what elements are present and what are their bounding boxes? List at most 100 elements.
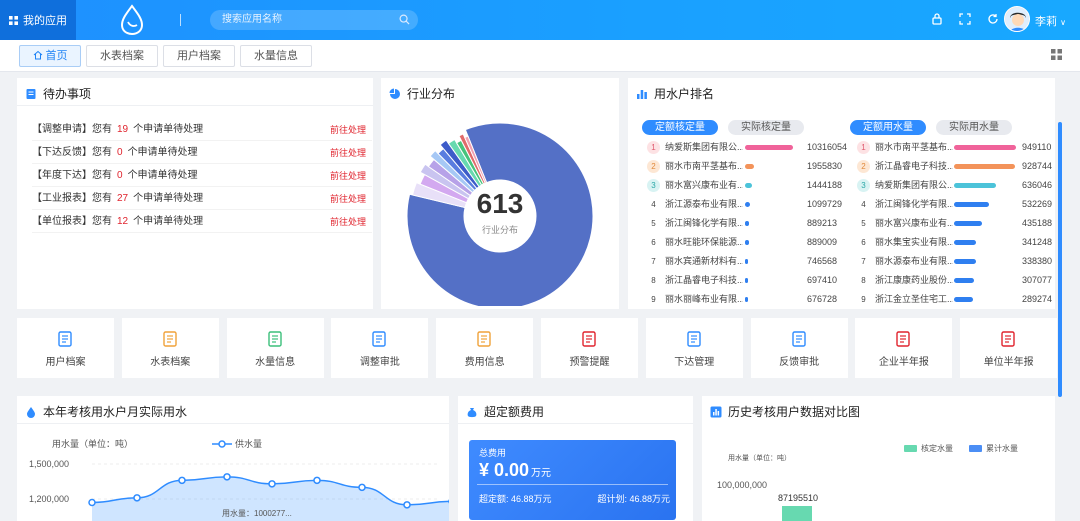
go-process-link[interactable]: 前往处理 (330, 188, 366, 210)
issue-icon (687, 331, 701, 347)
data-point[interactable] (268, 480, 276, 488)
document-icon (58, 331, 72, 347)
my-apps-label: 我的应用 (23, 15, 67, 27)
shortcut-meter-archive[interactable]: 水表档案 (121, 318, 219, 378)
legend-approved[interactable]: 核定水量 (904, 443, 953, 454)
search-icon[interactable] (399, 14, 410, 25)
shortcut-feedback-approval[interactable]: 反馈审批 (750, 318, 848, 378)
data-point[interactable] (178, 476, 186, 485)
grid-menu-icon[interactable] (1051, 49, 1062, 60)
shortcut-unit-half-year-report[interactable]: 单位半年报 (960, 318, 1058, 378)
ranking-row: 4 浙江闽锋化学有限... 532269 (857, 196, 1055, 213)
tab-user-archive[interactable]: 用户档案 (163, 45, 235, 67)
go-process-link[interactable]: 前往处理 (330, 119, 366, 141)
todo-count: 12 (117, 216, 129, 227)
ranking-row: 9 丽水丽峰布业有限... 676728 (647, 291, 847, 308)
rank-value: 1955830 (807, 161, 843, 171)
tab-home[interactable]: 首页 (19, 45, 81, 67)
go-process-link[interactable]: 前往处理 (330, 211, 366, 233)
todo-count: 0 (117, 170, 123, 181)
search-input[interactable]: 搜索应用名称 (210, 10, 418, 30)
legend-cumulative[interactable]: 累计水量 (969, 443, 1018, 454)
search-placeholder: 搜索应用名称 (222, 14, 282, 25)
rank-value: 636046 (1022, 180, 1053, 190)
data-point[interactable] (88, 498, 96, 507)
legend-label: 累计水量 (986, 444, 1018, 453)
user-avatar-icon (1005, 7, 1029, 31)
rank-company-name: 丽水富兴康布业有... (875, 218, 953, 228)
document-icon (26, 88, 36, 99)
shortcut-water-info[interactable]: 水量信息 (226, 318, 324, 378)
monthly-usage-panel: 本年考核用水户月实际用水 用水量（单位：吨） 供水量 1,500,000 1,2… (17, 396, 449, 521)
tab-water-info[interactable]: 水量信息 (240, 45, 312, 67)
water-meter-icon (267, 331, 282, 347)
data-point[interactable] (223, 473, 231, 481)
history-title: 历史考核用户数据对比图 (710, 403, 860, 420)
shortcut-issue-manage[interactable]: 下达管理 (645, 318, 743, 378)
data-point[interactable] (358, 483, 366, 492)
rank-value: 928744 (1022, 161, 1053, 171)
rank-index: 3 (857, 179, 870, 192)
rank-index: 1 (857, 141, 870, 154)
monthly-line-chart[interactable] (17, 396, 449, 521)
legend-label: 核定水量 (921, 444, 953, 453)
rank-bar (745, 259, 748, 264)
data-point[interactable] (403, 501, 411, 509)
home-icon (33, 50, 42, 60)
industry-panel: 行业分布 613 行业分布 (381, 78, 619, 309)
rank-bar (954, 240, 976, 245)
rank-company-name: 浙江晶睿电子科技... (875, 161, 953, 171)
rank-company-name: 浙江金立圣住宅工... (875, 294, 953, 304)
rank-value: 1099729 (807, 199, 843, 209)
scrollbar[interactable] (1058, 122, 1062, 397)
rank-bar (745, 297, 748, 302)
lock-icon[interactable] (930, 12, 944, 26)
ranking-row: 8 浙江康康药业股份... 307077 (857, 272, 1055, 289)
rank-bar (954, 145, 1016, 150)
shortcut-fee-info[interactable]: 费用信息 (436, 318, 534, 378)
fullscreen-icon[interactable] (958, 12, 972, 26)
rank-bar (745, 145, 793, 150)
rank-company-name: 丽水市南平茎基布... (875, 142, 953, 152)
username: 李莉 (1035, 16, 1057, 28)
rank-company-name: 丽水市南平茎基布... (665, 161, 743, 171)
legend-swatch (904, 445, 917, 452)
edit-document-icon (372, 331, 387, 347)
approved-bar[interactable] (782, 506, 812, 521)
shortcut-warning-alert[interactable]: 预警提醒 (541, 318, 638, 378)
actual-approved-tab[interactable]: 实际核定量 (728, 120, 804, 135)
shortcut-label: 水量信息 (255, 357, 296, 368)
go-process-link[interactable]: 前往处理 (330, 165, 366, 187)
over-quota-title: 超定额费用 (466, 403, 544, 420)
my-apps-button[interactable]: 我的应用 (0, 0, 76, 40)
data-point[interactable] (133, 494, 141, 502)
ranking-row: 5 浙江闽锋化学有限... 889213 (647, 215, 847, 232)
ranking-row: 2 丽水市南平茎基布... 1955830 (647, 158, 847, 175)
actual-usage-tab[interactable]: 实际用水量 (936, 120, 1012, 135)
rank-bar (954, 297, 973, 302)
quota-approved-tab[interactable]: 定额核定量 (642, 120, 718, 135)
rank-company-name: 纳爱斯集团有限公... (665, 142, 743, 152)
username-dropdown[interactable]: 李莉 ∨ (1035, 13, 1066, 29)
todo-suffix: 个申请单待处理 (133, 216, 204, 227)
go-process-link[interactable]: 前往处理 (330, 142, 366, 164)
shortcut-enterprise-half-year-report[interactable]: 企业半年报 (855, 318, 953, 378)
shortcut-user-archive[interactable]: 用户档案 (17, 318, 114, 378)
over-quota-panel: 超定额费用 总费用 ¥ 0.00 万元 超定额: 46.88万元 超计划: 46.… (458, 396, 693, 521)
shortcut-label: 费用信息 (464, 357, 505, 368)
rank-company-name: 丽水集宝实业有限... (875, 237, 953, 247)
todo-item: 【年度下达】您有 0 个申请单待处理 前往处理 (32, 165, 372, 187)
rank-index: 7 (861, 257, 866, 266)
quota-usage-tab[interactable]: 定额用水量 (850, 120, 926, 135)
shortcut-adjust-approval[interactable]: 调整审批 (331, 318, 429, 378)
rank-bar (745, 240, 749, 245)
rank-index: 4 (651, 200, 656, 209)
history-panel: 历史考核用户数据对比图 核定水量 累计水量 用水量（单位：吨） 100,000,… (702, 396, 1055, 521)
y-axis-unit: 用水量（单位：吨） (728, 455, 791, 462)
avatar[interactable] (1004, 6, 1030, 32)
rank-index: 6 (861, 238, 866, 247)
tab-meter-archive[interactable]: 水表档案 (86, 45, 158, 67)
data-point[interactable] (313, 476, 321, 485)
total-fee-card: 总费用 ¥ 0.00 万元 超定额: 46.88万元 超计划: 46.88万元 (469, 440, 676, 520)
refresh-icon[interactable] (986, 12, 1000, 26)
